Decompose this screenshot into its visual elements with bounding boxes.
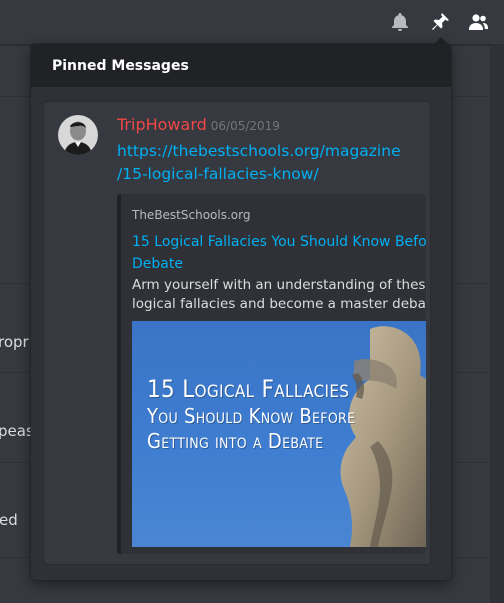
embed-provider: TheBestSchools.org bbox=[132, 208, 251, 222]
embed-description-line: logical fallacies and become a master de… bbox=[132, 296, 426, 312]
message-link[interactable]: https://thebestschools.org/magazine /15-… bbox=[117, 140, 417, 186]
link-embed: TheBestSchools.org 15 Logical Fallacies … bbox=[117, 194, 426, 554]
pin-icon[interactable] bbox=[428, 10, 452, 34]
background-message-fragment: ed bbox=[0, 511, 18, 529]
background-message-fragment: peas bbox=[0, 422, 34, 440]
embed-title-line[interactable]: 15 Logical Fallacies You Should Know Bef… bbox=[132, 231, 426, 253]
embed-description-line: Arm yourself with an understanding of th… bbox=[132, 277, 426, 293]
pinned-messages-popout: Pinned Messages TripHoward 06/05/2019 htt… bbox=[31, 44, 451, 580]
message-link-line[interactable]: https://thebestschools.org/magazine bbox=[117, 140, 417, 163]
background-message-fragment: ropr bbox=[0, 333, 29, 351]
embed-title-line[interactable]: Debate bbox=[132, 253, 426, 275]
username[interactable]: TripHoward bbox=[117, 115, 207, 134]
popout-header: Pinned Messages bbox=[31, 44, 451, 87]
embed-image[interactable]: 15 Logical Fallacies You Should Know Bef… bbox=[132, 321, 426, 547]
popout-caret bbox=[434, 37, 448, 44]
embed-title[interactable]: 15 Logical Fallacies You Should Know Bef… bbox=[132, 231, 426, 275]
channel-header bbox=[0, 0, 504, 45]
popout-title: Pinned Messages bbox=[52, 57, 189, 74]
image-caption-line: Getting into a Debate bbox=[147, 429, 324, 453]
image-caption-line: You Should Know Before bbox=[147, 404, 356, 428]
notification-bell-icon[interactable] bbox=[388, 10, 412, 34]
pinned-message[interactable]: TripHoward 06/05/2019 https://thebestscho… bbox=[43, 101, 431, 565]
image-caption-line: 15 Logical Fallacies bbox=[147, 375, 350, 403]
message-header: TripHoward 06/05/2019 bbox=[117, 115, 280, 134]
embed-description: Arm yourself with an understanding of th… bbox=[132, 276, 426, 314]
avatar[interactable] bbox=[58, 115, 98, 155]
member-list-icon[interactable] bbox=[466, 10, 490, 34]
member-list-edge bbox=[490, 45, 504, 603]
message-link-line[interactable]: /15-logical-fallacies-know/ bbox=[117, 163, 417, 186]
timestamp: 06/05/2019 bbox=[210, 119, 280, 133]
